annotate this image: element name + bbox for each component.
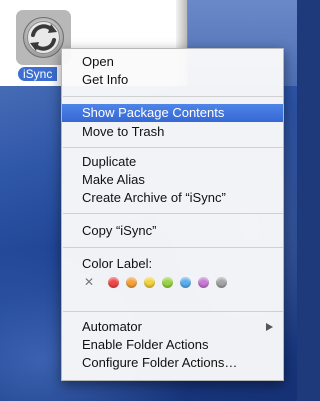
menu-item-automator-label: Automator [82,319,142,334]
menu-item-enable-folder-actions[interactable]: Enable Folder Actions [62,336,283,354]
menu-item-configure-folder-actions[interactable]: Configure Folder Actions… [62,354,283,372]
no-label-icon[interactable]: ✕ [84,274,94,290]
submenu-arrow-icon [266,323,273,331]
menu-separator [63,213,283,214]
menu-item-automator[interactable]: Automator [62,318,283,336]
orange-label-dot[interactable] [126,277,137,288]
menu-item-color-label: Color Label: [82,256,153,271]
menu-separator [63,147,283,148]
menu-separator [63,311,283,312]
isync-icon-label[interactable]: iSync [18,67,58,81]
menu-item-move-to-trash[interactable]: Move to Trash [62,123,283,141]
menu-item-duplicate[interactable]: Duplicate [62,153,283,171]
context-menu: Open Get Info Show Package Contents Move… [61,48,284,381]
menu-item-copy[interactable]: Copy “iSync” [62,222,283,240]
red-label-dot[interactable] [108,277,119,288]
menu-item-create-archive[interactable]: Create Archive of “iSync” [62,189,283,207]
menu-item-open[interactable]: Open [62,53,283,71]
isync-icon [23,17,64,58]
menu-item-make-alias[interactable]: Make Alias [62,171,283,189]
menu-separator [63,247,283,248]
color-label-picker: ✕ [84,274,264,290]
menu-separator [63,96,283,97]
purple-label-dot[interactable] [198,277,209,288]
yellow-label-dot[interactable] [144,277,155,288]
blue-label-dot[interactable] [180,277,191,288]
menu-item-show-package-contents[interactable]: Show Package Contents [62,104,283,122]
gray-label-dot[interactable] [216,277,227,288]
green-label-dot[interactable] [162,277,173,288]
menu-item-get-info[interactable]: Get Info [62,71,283,89]
